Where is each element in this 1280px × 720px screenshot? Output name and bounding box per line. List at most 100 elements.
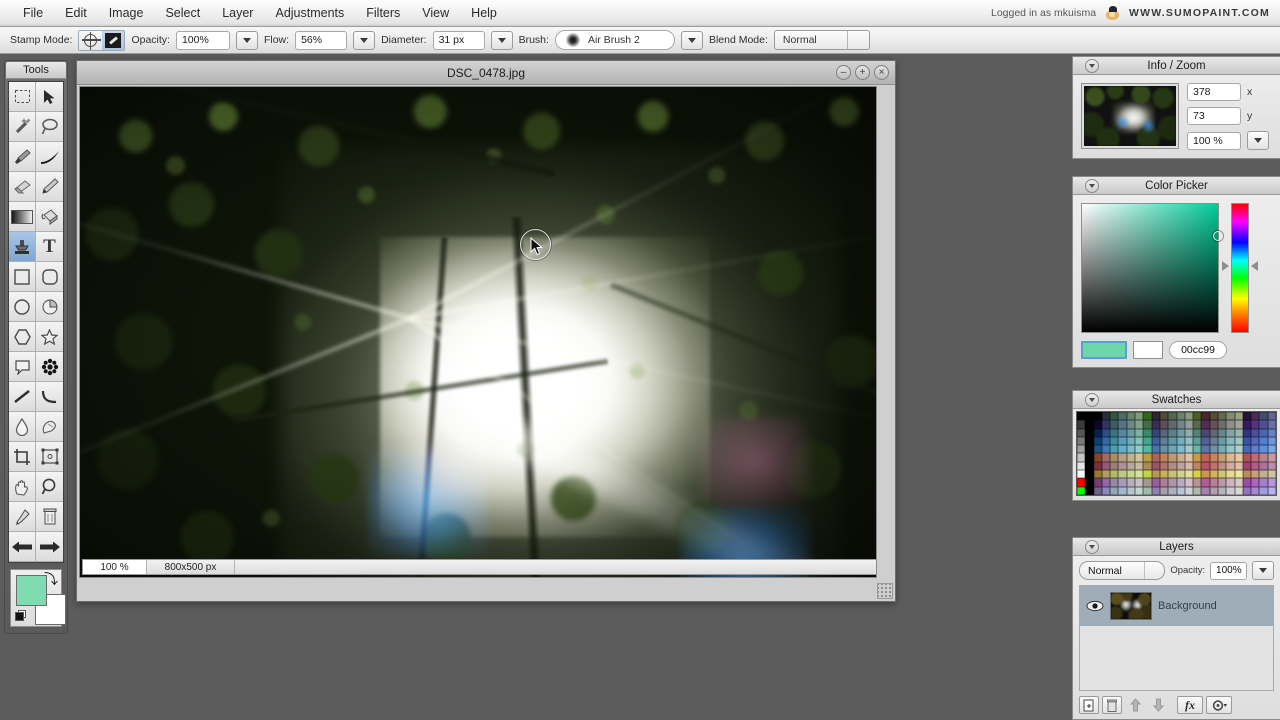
- swatch-cell[interactable]: [1118, 470, 1127, 479]
- swatch-cell[interactable]: [1176, 470, 1185, 479]
- swatch-cell[interactable]: [1110, 453, 1119, 462]
- tool-paint-bucket[interactable]: [36, 202, 63, 232]
- tool-zoom[interactable]: [36, 472, 63, 502]
- cursor-x-input[interactable]: 378: [1187, 83, 1241, 101]
- swatch-cell[interactable]: [1077, 420, 1086, 429]
- swatch-cell[interactable]: [1176, 436, 1185, 446]
- hex-color-input[interactable]: 00cc99: [1169, 341, 1227, 359]
- swatch-cell[interactable]: [1242, 486, 1252, 495]
- swatch-cell[interactable]: [1176, 486, 1185, 495]
- swatch-cell[interactable]: [1085, 412, 1094, 421]
- hue-slider[interactable]: [1231, 203, 1249, 333]
- swatch-cell[interactable]: [1118, 453, 1127, 462]
- swatch-cell[interactable]: [1110, 412, 1119, 421]
- swatch-cell[interactable]: [1259, 478, 1268, 487]
- swatch-cell[interactable]: [1209, 470, 1218, 479]
- swatch-cell[interactable]: [1118, 445, 1127, 454]
- tool-blur-smudge[interactable]: [9, 412, 36, 442]
- swatch-cell[interactable]: [1209, 461, 1218, 471]
- swatch-cell[interactable]: [1226, 453, 1235, 462]
- swatch-cell[interactable]: [1259, 428, 1268, 437]
- swatch-cell[interactable]: [1217, 478, 1227, 487]
- swatch-cell[interactable]: [1242, 461, 1252, 471]
- tool-transform[interactable]: [36, 442, 63, 472]
- swatch-cell[interactable]: [1184, 470, 1194, 479]
- swatch-cell[interactable]: [1168, 470, 1177, 479]
- tool-lasso[interactable]: [36, 112, 63, 142]
- swatch-cell[interactable]: [1085, 486, 1094, 495]
- swatch-cell[interactable]: [1126, 453, 1136, 462]
- swatch-cell[interactable]: [1159, 412, 1169, 421]
- brush-stroke-icon[interactable]: [102, 30, 125, 50]
- swatch-cell[interactable]: [1267, 436, 1276, 446]
- tool-magic-wand[interactable]: [9, 112, 36, 142]
- swatch-cell[interactable]: [1135, 486, 1144, 495]
- swatch-cell[interactable]: [1101, 436, 1111, 446]
- swatch-cell[interactable]: [1101, 428, 1111, 437]
- swatch-cell[interactable]: [1168, 486, 1177, 495]
- swatch-cell[interactable]: [1126, 420, 1136, 429]
- swatch-cell[interactable]: [1085, 428, 1094, 437]
- swatch-cell[interactable]: [1085, 436, 1094, 446]
- swatch-cell[interactable]: [1267, 453, 1276, 462]
- swatch-cell[interactable]: [1159, 486, 1169, 495]
- swatch-cell[interactable]: [1226, 470, 1235, 479]
- swatch-cell[interactable]: [1118, 486, 1127, 495]
- swatch-cell[interactable]: [1251, 412, 1260, 421]
- swatch-cell[interactable]: [1259, 412, 1268, 421]
- document-title-bar[interactable]: DSC_0478.jpg – + ×: [77, 61, 895, 85]
- swatch-cell[interactable]: [1168, 445, 1177, 454]
- swatch-cell[interactable]: [1143, 436, 1152, 446]
- swatch-cell[interactable]: [1184, 420, 1194, 429]
- flow-input[interactable]: 56%: [295, 30, 348, 50]
- swatch-cell[interactable]: [1176, 428, 1185, 437]
- swatch-cell[interactable]: [1193, 412, 1202, 421]
- swatch-cell[interactable]: [1251, 453, 1260, 462]
- swatch-cell[interactable]: [1151, 412, 1160, 421]
- eye-visibility-icon[interactable]: [1086, 600, 1104, 612]
- swatch-cell[interactable]: [1193, 445, 1202, 454]
- swatch-cell[interactable]: [1176, 412, 1185, 421]
- swatch-cell[interactable]: [1176, 420, 1185, 429]
- cursor-y-input[interactable]: 73: [1187, 107, 1241, 125]
- swatch-grid[interactable]: [1076, 411, 1277, 496]
- swatch-cell[interactable]: [1077, 461, 1086, 471]
- move-layer-up-arrow-icon[interactable]: [1125, 696, 1145, 714]
- swatch-cell[interactable]: [1168, 478, 1177, 487]
- swatch-cell[interactable]: [1201, 445, 1210, 454]
- swatch-cell[interactable]: [1267, 478, 1276, 487]
- tool-move[interactable]: [36, 82, 63, 112]
- tool-ink-brush[interactable]: [36, 142, 63, 172]
- swatch-cell[interactable]: [1184, 453, 1194, 462]
- swap-colors-arrow-icon[interactable]: ⤵: [44, 572, 58, 586]
- swatch-cell[interactable]: [1242, 445, 1252, 454]
- swatch-cell[interactable]: [1110, 461, 1119, 471]
- swatch-cell[interactable]: [1251, 470, 1260, 479]
- swatch-cell[interactable]: [1110, 470, 1119, 479]
- tool-clone-stamp[interactable]: [9, 232, 36, 262]
- move-layer-down-arrow-icon[interactable]: [1148, 696, 1168, 714]
- swatch-cell[interactable]: [1251, 445, 1260, 454]
- swatch-cell[interactable]: [1093, 486, 1102, 495]
- collapse-chevron-down-icon[interactable]: [1085, 540, 1099, 554]
- swatch-cell[interactable]: [1217, 428, 1227, 437]
- swatch-cell[interactable]: [1101, 420, 1111, 429]
- swatch-cell[interactable]: [1176, 445, 1185, 454]
- swatch-cell[interactable]: [1193, 420, 1202, 429]
- swatch-cell[interactable]: [1168, 461, 1177, 471]
- swatch-cell[interactable]: [1143, 428, 1152, 437]
- swatch-cell[interactable]: [1101, 478, 1111, 487]
- swatch-cell[interactable]: [1159, 470, 1169, 479]
- swatch-cell[interactable]: [1077, 428, 1086, 437]
- swatch-cell[interactable]: [1168, 453, 1177, 462]
- swatch-cell[interactable]: [1126, 461, 1136, 471]
- swatch-cell[interactable]: [1217, 461, 1227, 471]
- swatch-cell[interactable]: [1135, 453, 1144, 462]
- swatch-cell[interactable]: [1143, 470, 1152, 479]
- swatch-cell[interactable]: [1217, 436, 1227, 446]
- swatch-cell[interactable]: [1242, 453, 1252, 462]
- swatch-cell[interactable]: [1234, 461, 1243, 471]
- tool-flower-shape[interactable]: [36, 352, 63, 382]
- swatch-cell[interactable]: [1159, 428, 1169, 437]
- swatch-cell[interactable]: [1093, 436, 1102, 446]
